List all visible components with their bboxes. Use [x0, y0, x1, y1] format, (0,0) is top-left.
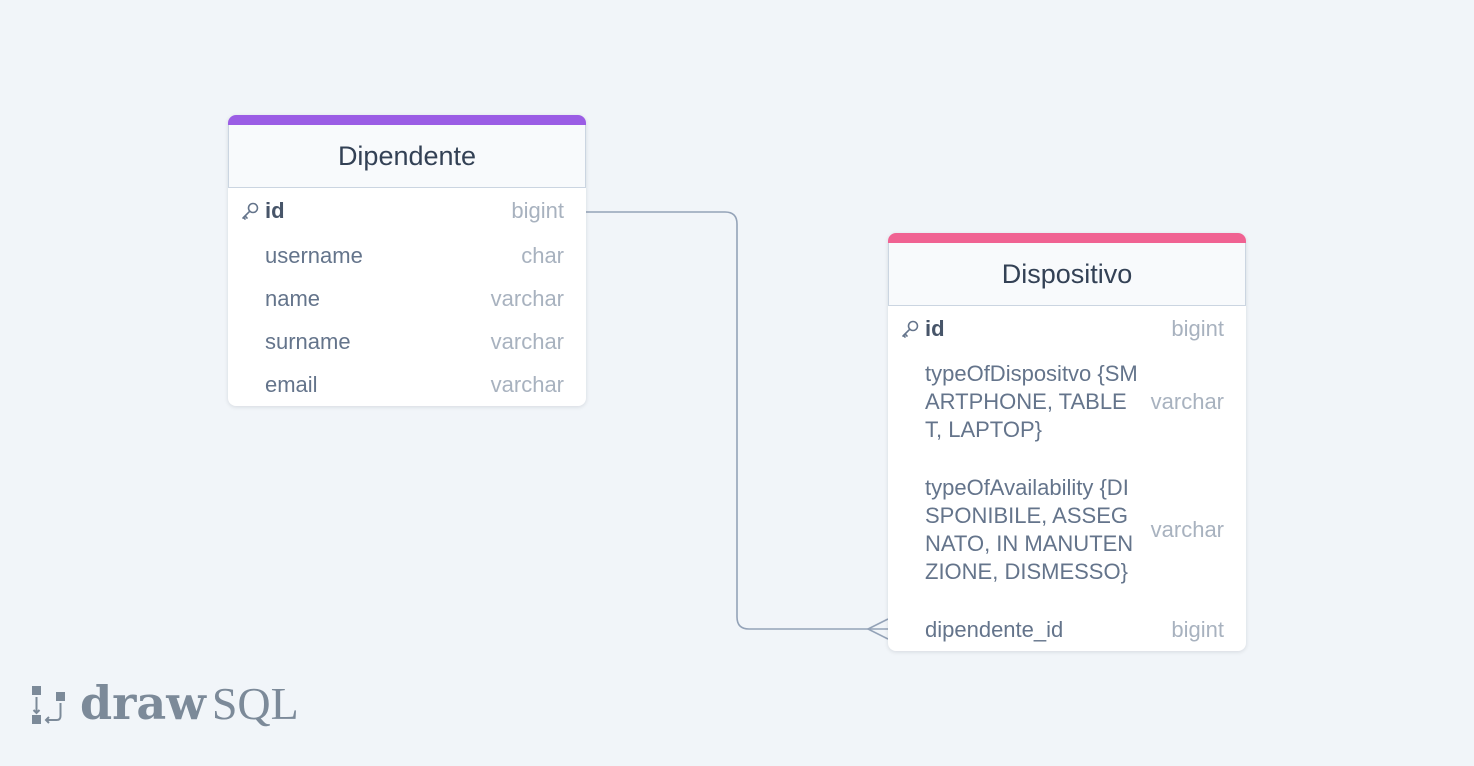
table-color-bar [228, 115, 586, 125]
column-name: email [265, 371, 318, 397]
column-name: id [265, 198, 285, 223]
key-icon [902, 320, 919, 338]
column-row[interactable]: typeOfAvailability {DISPONIBILE, ASSEGNA… [888, 452, 1246, 608]
logo-text-draw: draw [80, 676, 206, 730]
drawsql-logo-icon [32, 685, 65, 724]
table-title[interactable]: Dipendente [228, 125, 586, 188]
column-name: typeOfAvailability {DISPONIBILE, ASSEGNA… [925, 475, 1134, 584]
column-name: id [925, 316, 945, 341]
column-name: surname [265, 328, 351, 354]
column-type: char [521, 242, 564, 268]
column-row[interactable]: id bigint [888, 306, 1246, 352]
diagram-canvas[interactable]: Dipendente id bigint username char name … [0, 0, 1474, 766]
column-name: name [265, 285, 321, 311]
logo-wordmark: draw SQL [80, 680, 299, 727]
column-row[interactable]: name varchar [228, 277, 586, 320]
column-type: varchar [490, 285, 564, 311]
column-name: typeOfDispositvo {SMARTPHONE, TABLET, LA… [925, 361, 1138, 442]
column-type: bigint [511, 198, 564, 223]
column-type: bigint [1171, 316, 1224, 341]
column-type: varchar [1150, 389, 1224, 414]
crow-foot-icon [866, 618, 889, 640]
relationship-connector [586, 211, 889, 640]
column-name: username [265, 242, 363, 268]
column-type: bigint [1171, 616, 1224, 642]
column-type: varchar [1150, 517, 1224, 542]
table-color-bar [888, 233, 1246, 243]
column-row[interactable]: typeOfDispositvo {SMARTPHONE, TABLET, LA… [888, 352, 1246, 452]
table-title[interactable]: Dispositivo [888, 243, 1246, 306]
column-row[interactable]: username char [228, 234, 586, 277]
column-type: varchar [490, 371, 564, 397]
column-row[interactable]: surname varchar [228, 320, 586, 363]
table-dispositivo[interactable]: Dispositivo id bigint typeOfDispositvo {… [888, 233, 1246, 651]
drawsql-logo[interactable]: draw SQL [30, 680, 299, 727]
column-row[interactable]: dipendente_id bigint [888, 608, 1246, 651]
column-row[interactable]: email varchar [228, 363, 586, 406]
column-row[interactable]: id bigint [228, 188, 586, 234]
key-icon [242, 202, 259, 220]
table-dipendente[interactable]: Dipendente id bigint username char name … [228, 115, 586, 406]
column-name: dipendente_id [925, 616, 1064, 642]
column-type: varchar [490, 328, 564, 354]
logo-text-sql: SQL [211, 678, 299, 729]
